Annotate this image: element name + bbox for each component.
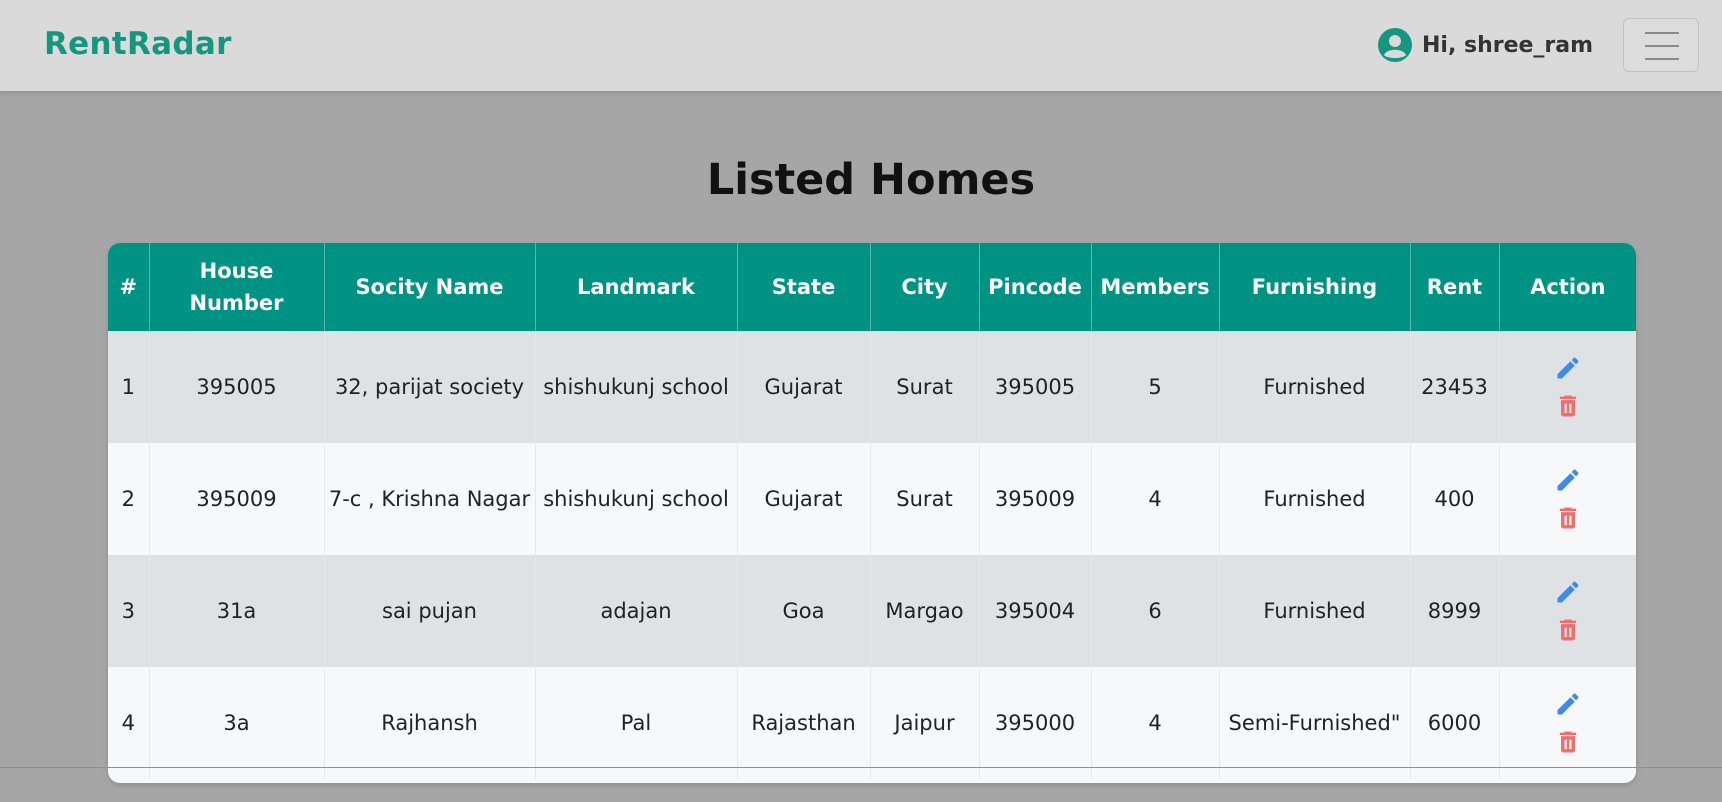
listings-table: # House Number Socity Name Landmark Stat… [108, 243, 1636, 779]
page-title: Listed Homes [706, 155, 1036, 205]
column-header-action: Action [1499, 243, 1636, 331]
column-header-house-number: House Number [149, 243, 325, 331]
menu-toggle-button[interactable] [1623, 18, 1699, 72]
column-header-pincode: Pincode [979, 243, 1092, 331]
pencil-icon[interactable] [1554, 466, 1582, 494]
table-row: 4 3a Rajhansh Pal Rajasthan Jaipur 39500… [108, 667, 1636, 779]
user-greeting: Hi, shree_ram [1422, 32, 1594, 58]
cell-rent: 8999 [1410, 555, 1500, 667]
menu-icon-bar [1645, 45, 1679, 47]
cell-rent: 400 [1410, 443, 1500, 555]
column-header-society-name: Socity Name [324, 243, 536, 331]
cell-pincode: 395005 [979, 331, 1092, 443]
trash-icon[interactable] [1554, 392, 1582, 420]
cell-members: 5 [1091, 331, 1220, 443]
user-avatar-icon [1378, 28, 1412, 62]
cell-landmark: Pal [535, 667, 738, 779]
cell-actions [1499, 555, 1636, 667]
cell-pincode: 395009 [979, 443, 1092, 555]
cell-society-name: Rajhansh [324, 667, 536, 779]
cell-members: 6 [1091, 555, 1220, 667]
cell-city: Jaipur [870, 667, 980, 779]
column-header-landmark: Landmark [535, 243, 738, 331]
column-header-furnishing: Furnishing [1219, 243, 1411, 331]
row-actions [1504, 466, 1633, 532]
cell-furnishing: Furnished [1219, 555, 1411, 667]
cell-society-name: 32, parijat society [324, 331, 536, 443]
cell-state: Gujarat [737, 331, 871, 443]
cell-furnishing: Semi-Furnished" [1219, 667, 1411, 779]
cell-actions [1499, 443, 1636, 555]
table-header-row: # House Number Socity Name Landmark Stat… [108, 243, 1636, 331]
brand-logo[interactable]: RentRadar [44, 26, 232, 62]
cell-index: 4 [108, 667, 150, 779]
page-bottom-divider [0, 767, 1722, 768]
row-actions [1504, 690, 1633, 756]
cell-city: Margao [870, 555, 980, 667]
cell-members: 4 [1091, 667, 1220, 779]
cell-index: 3 [108, 555, 150, 667]
listings-table-container: # House Number Socity Name Landmark Stat… [108, 243, 1636, 783]
column-header-rent: Rent [1410, 243, 1500, 331]
cell-actions [1499, 667, 1636, 779]
table-row: 2 395009 7-c , Krishna Nagar shishukunj … [108, 443, 1636, 555]
pencil-icon[interactable] [1554, 690, 1582, 718]
cell-pincode: 395000 [979, 667, 1092, 779]
column-header-city: City [870, 243, 980, 331]
pencil-icon[interactable] [1554, 578, 1582, 606]
cell-society-name: sai pujan [324, 555, 536, 667]
cell-house-number: 395005 [149, 331, 325, 443]
cell-house-number: 3a [149, 667, 325, 779]
cell-landmark: shishukunj school [535, 443, 738, 555]
cell-rent: 23453 [1410, 331, 1500, 443]
cell-city: Surat [870, 443, 980, 555]
cell-index: 1 [108, 331, 150, 443]
column-header-index: # [108, 243, 150, 331]
cell-rent: 6000 [1410, 667, 1500, 779]
cell-state: Rajasthan [737, 667, 871, 779]
row-actions [1504, 578, 1633, 644]
cell-furnishing: Furnished [1219, 443, 1411, 555]
cell-state: Goa [737, 555, 871, 667]
cell-landmark: shishukunj school [535, 331, 738, 443]
row-actions [1504, 354, 1633, 420]
pencil-icon[interactable] [1554, 354, 1582, 382]
cell-state: Gujarat [737, 443, 871, 555]
cell-pincode: 395004 [979, 555, 1092, 667]
trash-icon[interactable] [1554, 728, 1582, 756]
cell-members: 4 [1091, 443, 1220, 555]
table-row: 1 395005 32, parijat society shishukunj … [108, 331, 1636, 443]
column-header-state: State [737, 243, 871, 331]
trash-icon[interactable] [1554, 616, 1582, 644]
cell-house-number: 395009 [149, 443, 325, 555]
menu-icon-bar [1645, 58, 1679, 60]
cell-actions [1499, 331, 1636, 443]
cell-index: 2 [108, 443, 150, 555]
cell-landmark: adajan [535, 555, 738, 667]
navbar: RentRadar Hi, shree_ram [0, 0, 1722, 91]
trash-icon[interactable] [1554, 504, 1582, 532]
menu-icon-bar [1645, 32, 1679, 34]
table-row: 3 31a sai pujan adajan Goa Margao 395004… [108, 555, 1636, 667]
user-menu[interactable]: Hi, shree_ram [1378, 28, 1593, 62]
cell-city: Surat [870, 331, 980, 443]
column-header-members: Members [1091, 243, 1220, 331]
cell-society-name: 7-c , Krishna Nagar [324, 443, 536, 555]
cell-furnishing: Furnished [1219, 331, 1411, 443]
cell-house-number: 31a [149, 555, 325, 667]
